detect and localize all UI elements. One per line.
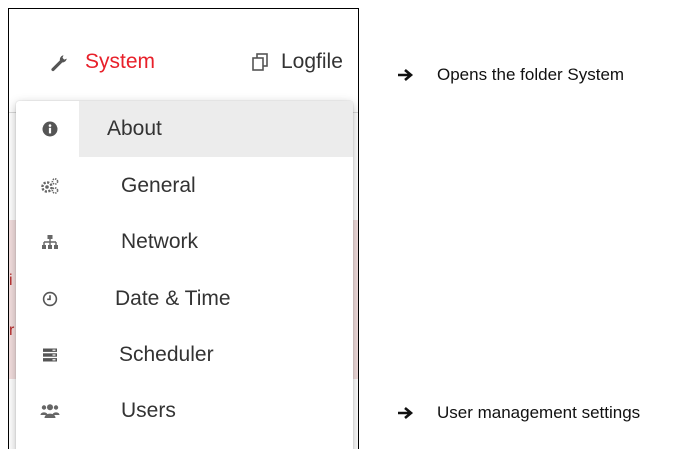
nav-logfile-label: Logfile [281,50,343,73]
annotation-system-text: Opens the folder System [437,65,625,84]
top-navigation: System Logfile [9,9,358,104]
wrench-icon [49,51,71,73]
annotation-users-text: User management settings [437,403,641,422]
menu-item-label: About [107,117,162,140]
system-dropdown-menu: About General Network Date & Time Schedu… [16,101,353,449]
server-list-icon [40,345,60,365]
menu-item-users[interactable]: Users [16,383,353,439]
menu-item-general[interactable]: General [16,158,353,214]
gears-icon [40,176,60,196]
annotation-system: Opens the folder System [397,65,624,85]
copy-icon [249,51,271,73]
menu-item-label: Users [121,399,176,422]
alert-text-fragment: r [9,322,15,339]
clock-icon [40,289,60,309]
menu-item-label: Network [121,230,199,253]
menu-item-date-time[interactable]: Date & Time [16,271,353,327]
sitemap-icon [40,232,60,252]
screenshot-frame: System Logfile i r About General Network… [8,8,359,449]
menu-item-label: Date & Time [115,287,231,310]
nav-system-label: System [85,50,156,73]
arrow-right-icon [397,67,415,83]
menu-item-scheduler[interactable]: Scheduler [16,327,353,383]
nav-logfile[interactable]: Logfile [249,48,343,76]
menu-item-label: Scheduler [119,343,214,366]
nav-system[interactable]: System [49,48,155,76]
info-circle-icon [40,119,60,139]
users-icon [40,401,60,421]
annotation-users: User management settings [397,403,640,423]
arrow-right-icon [397,405,415,421]
menu-item-network[interactable]: Network [16,214,353,270]
menu-item-label: General [121,174,196,197]
menu-item-about[interactable]: About [16,101,353,157]
alert-text-fragment: i [9,272,13,289]
